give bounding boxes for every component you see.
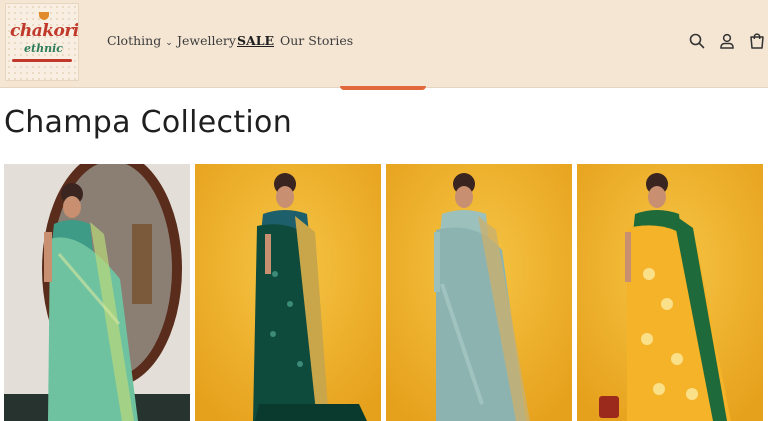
- product-image-1: [4, 164, 190, 421]
- header-actions: [688, 32, 764, 52]
- logo-wordmark-bottom: ethnic: [24, 42, 63, 55]
- brand-logo[interactable]: chakori ethnic: [5, 3, 79, 81]
- chevron-down-icon: ⌄: [165, 38, 173, 48]
- site-header: chakori ethnic Clothing ⌄ Jewellery SALE …: [0, 0, 768, 88]
- logo-underline: [12, 59, 72, 62]
- logo-wordmark-top: chakori: [10, 21, 79, 41]
- account-icon[interactable]: [718, 32, 736, 50]
- product-image-4: [577, 164, 763, 421]
- page-title: Champa Collection: [4, 105, 293, 140]
- product-card-4[interactable]: [577, 164, 763, 421]
- product-image-2: [195, 164, 381, 421]
- product-card-3[interactable]: [386, 164, 572, 421]
- product-card-1[interactable]: [4, 164, 190, 421]
- announcement-tab-accent: [340, 86, 426, 90]
- nav-item-clothing[interactable]: Clothing ⌄: [107, 33, 173, 48]
- product-card-2[interactable]: [195, 164, 381, 421]
- nav-item-jewellery[interactable]: Jewellery: [177, 33, 236, 48]
- nav-item-our-stories[interactable]: Our Stories: [280, 33, 353, 48]
- nav-item-sale[interactable]: SALE: [237, 33, 274, 48]
- product-image-3: [386, 164, 572, 421]
- cart-icon[interactable]: [748, 32, 766, 50]
- nav-item-clothing-label: Clothing: [107, 33, 162, 48]
- search-icon[interactable]: [688, 32, 706, 50]
